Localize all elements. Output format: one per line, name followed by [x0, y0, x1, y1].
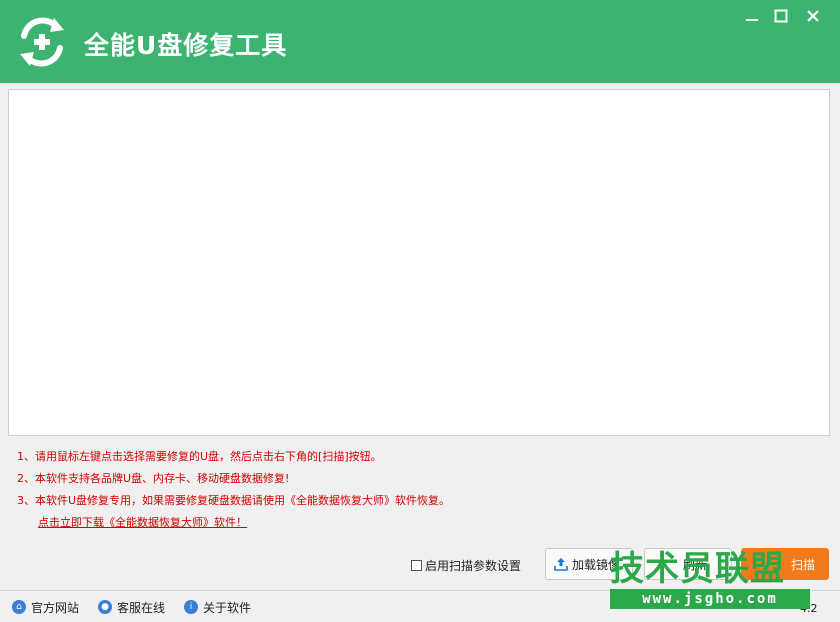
app-title: 全能U盘修复工具 — [84, 31, 288, 60]
scan-params-checkbox[interactable] — [411, 560, 422, 571]
official-website-link[interactable]: ⌂ 官方网站 — [12, 597, 79, 617]
scan-params-option[interactable]: 启用扫描参数设置 — [411, 557, 521, 574]
info-icon: i — [184, 600, 198, 614]
tip-3: 3、本软件U盘修复专用，如果需要修复硬盘数据请使用《全能数据恢复大师》软件恢复。 — [17, 494, 451, 507]
watermark: 技术员联盟 www.jsgho.com — [610, 550, 810, 614]
tip-1: 1、请用鼠标左键点击选择需要修复的U盘，然后点击右下角的[扫描]按钮。 — [17, 450, 382, 463]
maximize-button[interactable] — [769, 5, 793, 27]
official-website-label: 官方网站 — [31, 600, 80, 615]
watermark-url: www.jsgho.com — [610, 589, 810, 609]
customer-service-label: 客服在线 — [117, 600, 166, 615]
maximize-icon — [774, 9, 788, 23]
download-link[interactable]: 点击立即下载《全能数据恢复大师》软件！ — [38, 514, 247, 530]
minimize-icon — [746, 19, 758, 21]
about-software-label: 关于软件 — [203, 600, 252, 615]
upload-icon — [554, 558, 568, 571]
main-content: 1、请用鼠标左键点击选择需要修复的U盘，然后点击右下角的[扫描]按钮。 2、本软… — [0, 83, 840, 622]
customer-service-link[interactable]: ● 客服在线 — [98, 597, 165, 617]
close-icon — [807, 10, 819, 22]
chat-icon: ● — [98, 600, 112, 614]
drive-list[interactable] — [8, 89, 830, 436]
tip-2: 2、本软件支持各品牌U盘、内存卡、移动硬盘数据修复! — [17, 472, 290, 485]
close-button[interactable] — [801, 5, 825, 27]
refresh-plus-icon — [20, 17, 64, 67]
about-software-link[interactable]: i 关于软件 — [184, 597, 251, 617]
home-icon: ⌂ — [12, 600, 26, 614]
scan-params-label: 启用扫描参数设置 — [425, 559, 522, 573]
minimize-button[interactable] — [740, 5, 764, 27]
watermark-text: 技术员联盟 — [610, 549, 785, 589]
title-bar: 全能U盘修复工具 — [0, 0, 840, 83]
